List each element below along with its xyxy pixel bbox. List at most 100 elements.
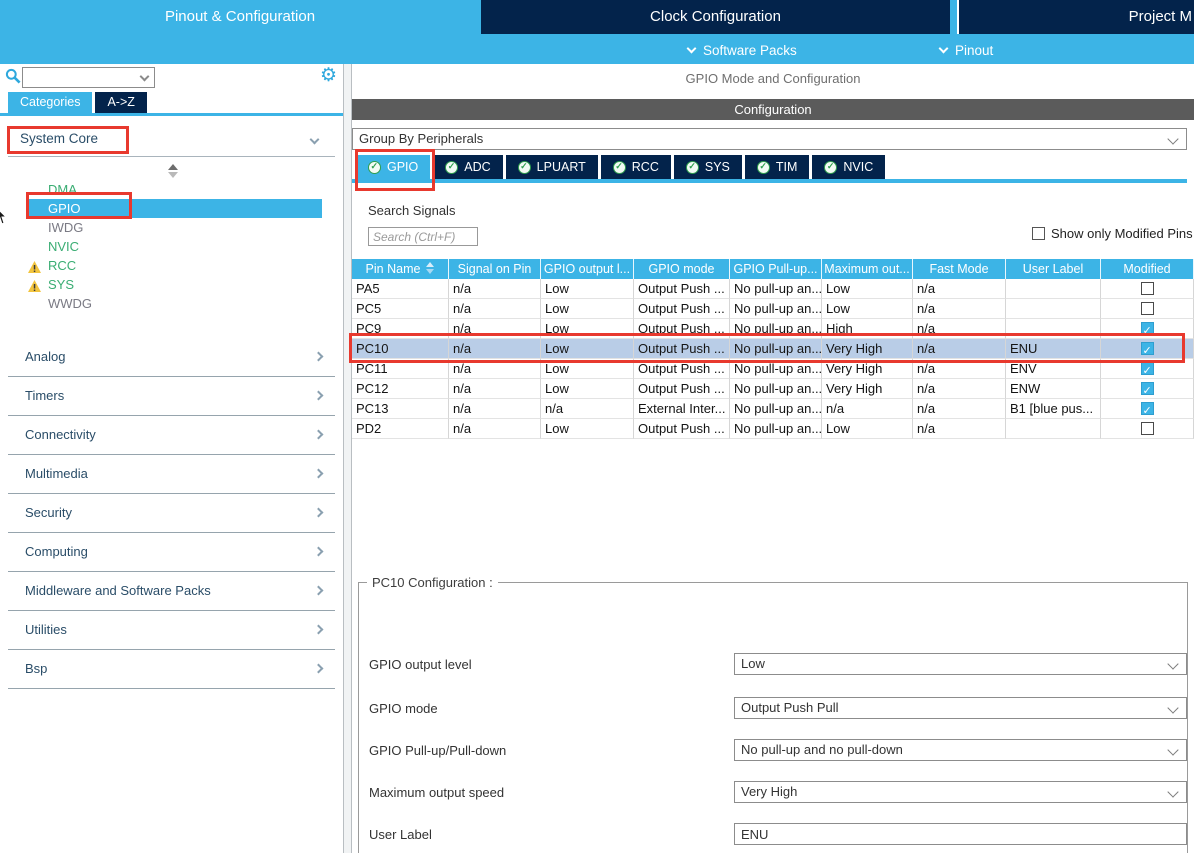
column-header-modified[interactable]: Modified <box>1101 259 1194 279</box>
config-field-gpio-pull-up-pull-down: GPIO Pull-up/Pull-downNo pull-up and no … <box>369 739 1179 763</box>
column-header-maximum-out[interactable]: Maximum out... <box>822 259 913 279</box>
config-field-label: GPIO Pull-up/Pull-down <box>369 743 506 758</box>
divider <box>8 156 335 157</box>
table-row-pc9[interactable]: PC9n/aLowOutput Push ...No pull-up an...… <box>352 319 1194 339</box>
peripheral-tab-gpio[interactable]: GPIO <box>356 155 430 179</box>
column-header-gpio-mode[interactable]: GPIO mode <box>634 259 730 279</box>
sidebar-item-nvic[interactable]: NVIC <box>0 237 343 256</box>
cell: n/a <box>913 279 1006 299</box>
column-header-signal-on-pin[interactable]: Signal on Pin <box>449 259 541 279</box>
table-row-pd2[interactable]: PD2n/aLowOutput Push ...No pull-up an...… <box>352 419 1194 439</box>
gpio-pull-up-pull-down-select[interactable]: No pull-up and no pull-down <box>734 739 1187 761</box>
cell: Output Push ... <box>634 319 730 339</box>
modified-checkbox[interactable] <box>1141 282 1154 295</box>
column-header-pin-name[interactable]: Pin Name <box>352 259 449 279</box>
sidebar-item-dma[interactable]: DMA <box>0 180 343 199</box>
sort-spinner-icon[interactable] <box>168 164 178 178</box>
peripheral-tab-adc[interactable]: ADC <box>433 155 502 179</box>
cell-modified <box>1101 279 1194 299</box>
cell: Low <box>541 419 634 439</box>
gpio-mode-select[interactable]: Output Push Pull <box>734 697 1187 719</box>
sidebar-item-gpio[interactable]: GPIO <box>27 199 322 218</box>
peripheral-tab-tim[interactable]: TIM <box>745 155 810 179</box>
select-value: Output Push Pull <box>741 700 839 715</box>
sidebar-tab-categories[interactable]: Categories <box>8 92 92 113</box>
cell: Low <box>541 379 634 399</box>
table-row-pc11[interactable]: PC11n/aLowOutput Push ...No pull-up an..… <box>352 359 1194 379</box>
modified-checkbox[interactable] <box>1141 362 1154 375</box>
cell: Low <box>541 359 634 379</box>
cell: Low <box>541 339 634 359</box>
search-signals-input[interactable] <box>368 227 478 246</box>
peripheral-list: DMAGPIOIWDGNVICRCCSYSWWDG <box>0 180 343 313</box>
cell: Very High <box>822 359 913 379</box>
sidebar-category-middleware-and-software-packs[interactable]: Middleware and Software Packs <box>8 572 335 611</box>
table-row-pa5[interactable]: PA5n/aLowOutput Push ...No pull-up an...… <box>352 279 1194 299</box>
sidebar-item-sys[interactable]: SYS <box>0 275 343 294</box>
sidebar-category-multimedia[interactable]: Multimedia <box>8 455 335 494</box>
table-row-pc13[interactable]: PC13n/an/aExternal Inter...No pull-up an… <box>352 399 1194 419</box>
peripheral-tab-rcc[interactable]: RCC <box>601 155 671 179</box>
user-label-input[interactable] <box>734 823 1187 845</box>
peripheral-tab-sys[interactable]: SYS <box>674 155 742 179</box>
modified-checkbox[interactable] <box>1141 342 1154 355</box>
show-only-modified[interactable]: Show only Modified Pins <box>1032 226 1193 241</box>
modified-checkbox[interactable] <box>1141 422 1154 435</box>
modified-checkbox[interactable] <box>1141 322 1154 335</box>
cell: Low <box>541 279 634 299</box>
show-only-modified-checkbox[interactable] <box>1032 227 1045 240</box>
cell: n/a <box>913 319 1006 339</box>
cell: PD2 <box>352 419 449 439</box>
top-tab-clock-configuration[interactable]: Clock Configuration <box>481 0 950 34</box>
top-tab-project-m[interactable]: Project M <box>957 0 1194 34</box>
sidebar-item-wwdg[interactable]: WWDG <box>0 294 343 313</box>
group-by-select[interactable]: Group By Peripherals <box>352 128 1187 150</box>
check-badge-icon <box>686 161 699 174</box>
category-label: Middleware and Software Packs <box>25 583 211 598</box>
sidebar-category-bsp[interactable]: Bsp <box>8 650 335 689</box>
cell: No pull-up an... <box>730 339 822 359</box>
subnav-pinout[interactable]: Pinout <box>940 40 993 60</box>
cell: Low <box>822 299 913 319</box>
sidebar-item-iwdg[interactable]: IWDG <box>0 218 343 237</box>
peripheral-tab-lpuart[interactable]: LPUART <box>506 155 598 179</box>
column-header-gpio-output-l[interactable]: GPIO output l... <box>541 259 634 279</box>
top-tab-pinout-configuration[interactable]: Pinout & Configuration <box>0 0 480 34</box>
column-header-user-label[interactable]: User Label <box>1006 259 1101 279</box>
cell: n/a <box>449 279 541 299</box>
config-field-label: Maximum output speed <box>369 785 504 800</box>
show-only-modified-label: Show only Modified Pins <box>1051 226 1193 241</box>
cell: External Inter... <box>634 399 730 419</box>
select-value: Low <box>741 656 765 671</box>
column-header-fast-mode[interactable]: Fast Mode <box>913 259 1006 279</box>
cell: n/a <box>449 379 541 399</box>
peripheral-tab-nvic[interactable]: NVIC <box>812 155 885 179</box>
sidebar-group-system-core[interactable]: System Core <box>0 128 343 154</box>
table-row-pc12[interactable]: PC12n/aLowOutput Push ...No pull-up an..… <box>352 379 1194 399</box>
sidebar-category-utilities[interactable]: Utilities <box>8 611 335 650</box>
sidebar-tab-a-z[interactable]: A->Z <box>95 92 146 113</box>
sidebar-category-computing[interactable]: Computing <box>8 533 335 572</box>
chevron-right-icon <box>314 469 324 479</box>
sidebar-search-combobox[interactable] <box>22 67 155 88</box>
sidebar-item-rcc[interactable]: RCC <box>0 256 343 275</box>
subnav-software-packs[interactable]: Software Packs <box>688 40 797 60</box>
column-header-gpio-pull-up[interactable]: GPIO Pull-up... <box>730 259 822 279</box>
pane-splitter[interactable] <box>343 64 352 853</box>
table-row-pc5[interactable]: PC5n/aLowOutput Push ...No pull-up an...… <box>352 299 1194 319</box>
gear-icon[interactable]: ⚙ <box>320 64 337 88</box>
sort-icon[interactable] <box>426 262 434 274</box>
table-row-pc10[interactable]: PC10n/aLowOutput Push ...No pull-up an..… <box>352 339 1194 359</box>
gpio-output-level-select[interactable]: Low <box>734 653 1187 675</box>
modified-checkbox[interactable] <box>1141 402 1154 415</box>
sidebar-category-timers[interactable]: Timers <box>8 377 335 416</box>
sidebar-tab-underline <box>0 113 343 116</box>
sidebar-category-security[interactable]: Security <box>8 494 335 533</box>
sidebar-category-connectivity[interactable]: Connectivity <box>8 416 335 455</box>
maximum-output-speed-select[interactable]: Very High <box>734 781 1187 803</box>
chevron-down-icon <box>1167 702 1178 713</box>
modified-checkbox[interactable] <box>1141 302 1154 315</box>
chevron-down-icon <box>1167 133 1178 144</box>
modified-checkbox[interactable] <box>1141 382 1154 395</box>
sidebar-category-analog[interactable]: Analog <box>8 338 335 377</box>
